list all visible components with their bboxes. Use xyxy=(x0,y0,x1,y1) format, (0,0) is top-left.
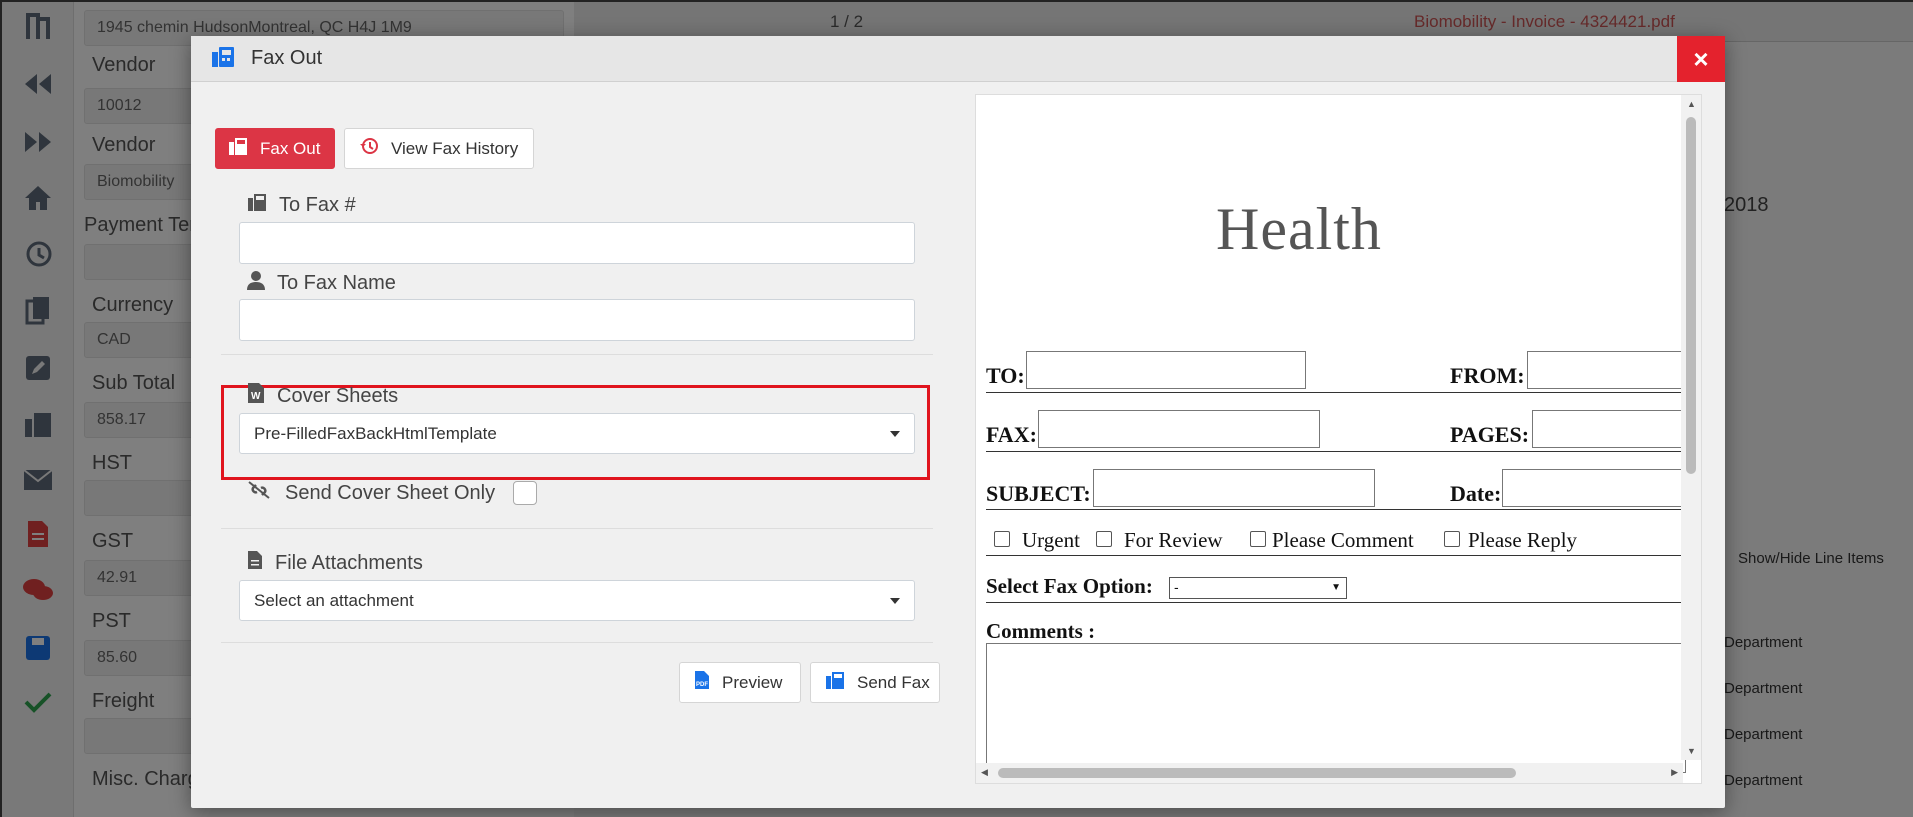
pdf-file-icon: PDF xyxy=(694,670,710,695)
from-input[interactable] xyxy=(1527,351,1687,389)
please-reply-label: Please Reply xyxy=(1468,528,1578,552)
preview-button[interactable]: PDF Preview xyxy=(679,662,801,703)
comments-textarea[interactable] xyxy=(986,643,1686,773)
rule xyxy=(986,555,1686,556)
please-comment-label: Please Comment xyxy=(1272,528,1414,552)
fax-option-value: - xyxy=(1174,579,1179,595)
file-attachments-label: File Attachments xyxy=(275,551,423,574)
divider xyxy=(221,642,933,643)
file-icon xyxy=(247,550,263,576)
unlink-icon xyxy=(247,480,271,506)
fax-icon xyxy=(825,670,845,695)
send-cover-only-label: Send Cover Sheet Only xyxy=(285,481,496,504)
file-attachments-value: Select an attachment xyxy=(254,591,414,610)
send-cover-only-row: Send Cover Sheet Only xyxy=(247,480,495,506)
svg-text:PDF: PDF xyxy=(696,682,708,688)
fax-icon xyxy=(211,44,235,73)
fax-out-label: Fax Out xyxy=(260,138,321,158)
to-input[interactable] xyxy=(1026,351,1306,389)
please-comment-checkbox[interactable] xyxy=(1250,531,1266,547)
scroll-down-icon[interactable]: ▼ xyxy=(1687,746,1696,756)
please-reply-checkbox[interactable] xyxy=(1444,531,1460,547)
rule xyxy=(986,509,1686,510)
health-logo: Health xyxy=(1216,196,1382,262)
caret-down-icon xyxy=(890,598,900,604)
fax-icon xyxy=(228,136,248,161)
view-fax-history-label: View Fax History xyxy=(391,138,519,158)
fax-option-select[interactable]: - ▼ xyxy=(1169,577,1347,599)
for-review-label: For Review xyxy=(1124,528,1223,552)
for-review-checkbox[interactable] xyxy=(1096,531,1112,547)
file-attachments-select[interactable]: Select an attachment xyxy=(239,580,915,621)
to-fax-name-label: To Fax Name xyxy=(277,271,396,294)
send-fax-button[interactable]: Send Fax xyxy=(810,662,940,703)
send-cover-only-checkbox[interactable] xyxy=(513,481,537,505)
send-fax-label: Send Fax xyxy=(857,672,930,692)
preview-label: Preview xyxy=(722,672,783,692)
cover-sheet-document: Health TO: FROM: FAX: PAGES: SUBJECT: Da… xyxy=(976,95,1687,773)
from-label: FROM: xyxy=(1450,363,1525,388)
to-label: TO: xyxy=(986,363,1025,388)
to-fax-name-input[interactable] xyxy=(239,299,915,341)
to-fax-number-input[interactable] xyxy=(239,222,915,264)
rule xyxy=(986,602,1686,603)
caret-down-icon xyxy=(890,431,900,437)
cover-sheet-preview: Health TO: FROM: FAX: PAGES: SUBJECT: Da… xyxy=(975,94,1702,784)
horizontal-scroll-thumb[interactable] xyxy=(998,768,1516,778)
cover-sheets-label-row: W Cover Sheets xyxy=(247,382,398,410)
urgent-checkbox[interactable] xyxy=(994,531,1010,547)
word-document-icon: W xyxy=(247,382,265,410)
subject-input[interactable] xyxy=(1093,469,1375,507)
fax-number-input[interactable] xyxy=(1038,410,1320,448)
cover-sheets-select[interactable]: Pre-FilledFaxBackHtmlTemplate xyxy=(239,413,915,454)
vertical-scroll-thumb[interactable] xyxy=(1686,117,1696,474)
pages-input[interactable] xyxy=(1532,410,1687,448)
divider xyxy=(221,354,933,355)
fax-out-modal: Fax Out × Fax Out View Fax History To Fa… xyxy=(191,36,1725,808)
close-button[interactable]: × xyxy=(1677,36,1725,82)
cover-sheets-value: Pre-FilledFaxBackHtmlTemplate xyxy=(254,424,497,443)
to-fax-label: To Fax # xyxy=(279,193,356,216)
horizontal-scrollbar[interactable]: ◀ ▶ xyxy=(976,763,1683,783)
user-icon xyxy=(247,270,265,296)
svg-text:W: W xyxy=(251,391,261,402)
vertical-scrollbar[interactable]: ▲ ▼ xyxy=(1681,95,1701,760)
scroll-right-icon[interactable]: ▶ xyxy=(1671,767,1678,778)
fax-icon xyxy=(247,192,267,218)
modal-header: Fax Out × xyxy=(191,36,1725,82)
urgent-label: Urgent xyxy=(1022,528,1080,552)
fax-out-button[interactable]: Fax Out xyxy=(215,128,335,169)
to-fax-label-row: To Fax # xyxy=(247,192,356,218)
subject-label: SUBJECT: xyxy=(986,481,1091,506)
rule xyxy=(986,451,1686,452)
cover-sheets-label: Cover Sheets xyxy=(277,384,399,407)
history-icon xyxy=(359,136,379,161)
fax-option-label: Select Fax Option: xyxy=(986,574,1153,598)
chevron-down-icon: ▼ xyxy=(1331,582,1341,593)
scroll-up-icon[interactable]: ▲ xyxy=(1687,99,1696,109)
date-input[interactable] xyxy=(1502,469,1687,507)
view-fax-history-button[interactable]: View Fax History xyxy=(344,128,534,169)
date-label: Date: xyxy=(1450,481,1502,506)
fax-label: FAX: xyxy=(986,422,1037,447)
scroll-left-icon[interactable]: ◀ xyxy=(981,767,988,778)
rule xyxy=(986,392,1686,393)
fax-form-pane: Fax Out View Fax History To Fax # To Fax… xyxy=(191,82,951,808)
file-attachments-label-row: File Attachments xyxy=(247,550,423,576)
comments-label: Comments : xyxy=(986,619,1096,643)
pages-label: PAGES: xyxy=(1450,422,1530,447)
to-fax-name-label-row: To Fax Name xyxy=(247,270,396,296)
modal-title: Fax Out xyxy=(251,47,323,69)
divider xyxy=(221,528,933,529)
